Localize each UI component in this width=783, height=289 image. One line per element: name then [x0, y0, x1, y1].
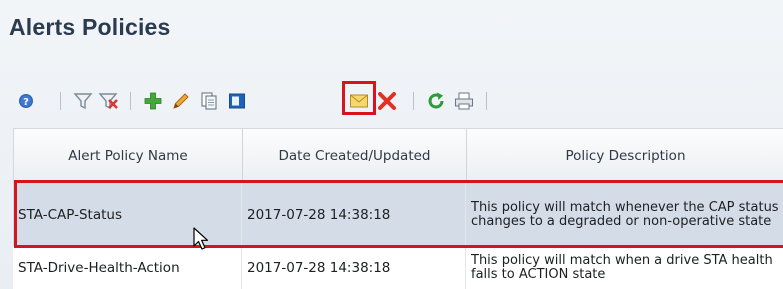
toolbar: ?	[0, 86, 783, 116]
date-cell: 2017-07-28 14:38:18	[242, 247, 466, 289]
filter-icon[interactable]	[70, 86, 96, 116]
column-header-date[interactable]: Date Created/Updated	[243, 129, 467, 183]
column-header-name[interactable]: Alert Policy Name	[14, 129, 243, 183]
help-icon[interactable]: ?	[14, 86, 38, 116]
clear-filter-icon[interactable]	[96, 86, 122, 116]
toolbar-separator	[130, 92, 131, 110]
mouse-pointer-icon	[193, 227, 209, 255]
page-title: Alerts Policies	[9, 14, 171, 40]
details-icon[interactable]	[224, 86, 250, 116]
selected-row-highlight	[14, 180, 783, 248]
toolbar-separator	[60, 92, 61, 110]
email-icon-highlight	[342, 81, 376, 115]
table-row[interactable]: STA-Drive-Health-Action 2017-07-28 14:38…	[13, 247, 783, 289]
table-header: Alert Policy Name Date Created/Updated P…	[13, 128, 783, 183]
edit-icon[interactable]	[168, 86, 194, 116]
description-cell: This policy will match when a drive STA …	[471, 253, 773, 282]
print-icon[interactable]	[451, 86, 477, 116]
toolbar-separator	[413, 92, 414, 110]
copy-icon[interactable]	[196, 86, 222, 116]
refresh-icon[interactable]	[423, 86, 449, 116]
add-icon[interactable]	[140, 86, 166, 116]
svg-text:?: ?	[23, 97, 29, 108]
toolbar-separator	[486, 92, 487, 110]
column-header-description[interactable]: Policy Description	[467, 129, 783, 183]
delete-icon[interactable]	[374, 86, 400, 116]
